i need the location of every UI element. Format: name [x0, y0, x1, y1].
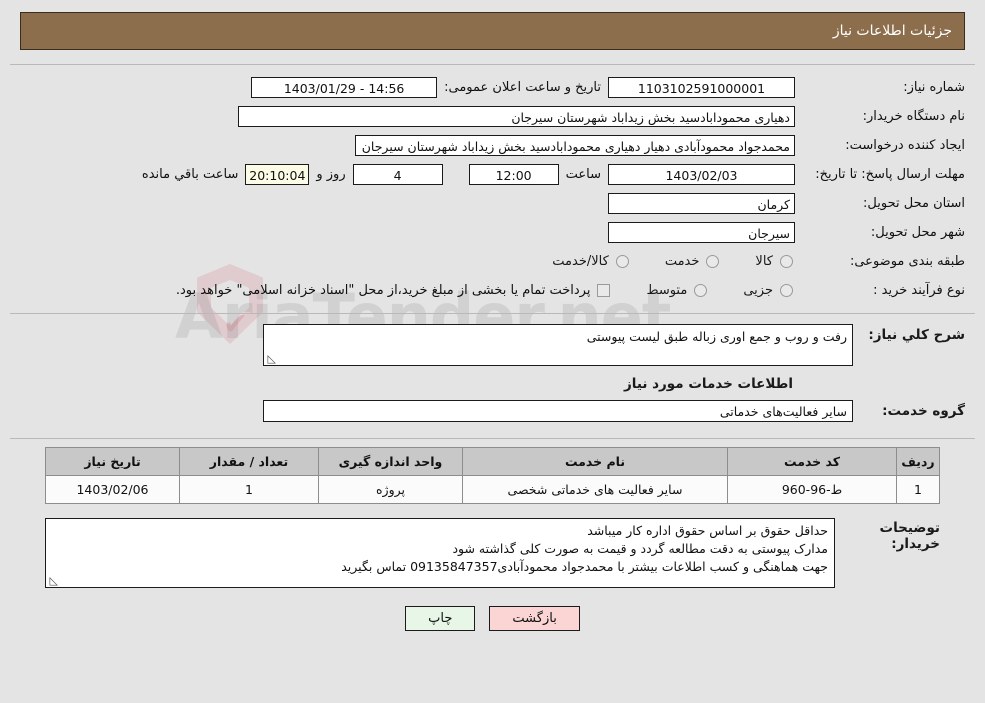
row-deadline: مهلت ارسال پاسخ: تا تاریخ: 1403/02/03 سا… — [10, 162, 975, 186]
description-textarea[interactable]: رفت و روب و جمع اوری زباله طبق لیست پیوس… — [263, 324, 853, 366]
buyer-org-value: دهیاری محمودابادسید بخش زیداباد شهرستان … — [238, 105, 795, 127]
row-province: استان محل تحویل: کرمان — [10, 191, 975, 215]
category-option-goods[interactable]: کالا — [755, 254, 795, 269]
th-row-no: ردیف — [896, 447, 940, 476]
cell-quantity: 1 — [179, 475, 319, 504]
th-service-name: نام خدمت — [462, 447, 728, 476]
th-quantity: تعداد / مقدار — [179, 447, 319, 476]
category-option-goods-service-label: کالا/خدمت — [552, 253, 609, 269]
notes-resize-grip-icon[interactable]: ◺ — [48, 575, 58, 586]
resize-grip-icon[interactable]: ◺ — [266, 353, 276, 364]
buyer-notes-label: توضیحات خریدار: — [879, 520, 940, 552]
deadline-date-value: 1403/02/03 — [608, 163, 795, 185]
remaining-days-label: روز و — [316, 166, 346, 182]
page-title: جزئیات اطلاعات نیاز — [832, 23, 952, 39]
table-row: 1 ط-96-960 سایر فعالیت های خدماتی شخصی پ… — [45, 475, 940, 504]
treasury-note-text: پرداخت تمام یا بخشی از مبلغ خرید،از محل … — [175, 282, 591, 298]
requester-field-wrap: محمدجواد محمودآبادی دهیار دهیاری محموداب… — [355, 134, 795, 156]
need-info-panel: شماره نیاز: 1103102591000001 تاریخ و ساع… — [10, 64, 975, 314]
radio-goods-service-icon[interactable] — [615, 254, 629, 268]
process-option-medium-label: متوسط — [646, 282, 688, 298]
th-service-code: کد خدمت — [727, 447, 897, 476]
category-option-goods-service[interactable]: کالا/خدمت — [552, 254, 631, 269]
need-number-label: شماره نیاز: — [903, 79, 965, 95]
treasury-note-item: پرداخت تمام یا بخشی از مبلغ خرید،از محل … — [176, 283, 613, 298]
cell-service-code: ط-96-960 — [727, 475, 897, 504]
description-panel: شرح کلي نیاز: رفت و روب و جمع اوری زباله… — [10, 314, 975, 439]
description-value: رفت و روب و جمع اوری زباله طبق لیست پیوس… — [586, 329, 847, 344]
row-purchase-process: نوع فرآیند خرید : جزیی متوسط پرداخت تمام… — [10, 278, 975, 302]
announce-label: تاریخ و ساعت اعلان عمومی: — [444, 79, 601, 95]
city-value: سیرجان — [608, 221, 795, 243]
need-number-value: 1103102591000001 — [608, 76, 795, 98]
page-root: جزئیات اطلاعات نیاز شماره نیاز: 11031025… — [0, 12, 985, 631]
row-description: شرح کلي نیاز: رفت و روب و جمع اوری زباله… — [10, 318, 975, 366]
row-service-group: گروه خدمت: سایر فعالیت‌های خدماتی — [10, 396, 975, 432]
row-category: طبقه بندی موضوعی: کالا خدمت کالا/خدمت — [10, 249, 975, 273]
description-label: شرح کلي نیاز: — [868, 327, 965, 343]
process-label: نوع فرآیند خرید : — [873, 282, 965, 298]
services-table-wrap: ردیف کد خدمت نام خدمت واحد اندازه گیری ت… — [45, 447, 940, 504]
countdown-timer: 20:10:04 — [245, 163, 310, 185]
print-button[interactable]: چاپ — [405, 606, 476, 631]
row-buyer-notes: توضیحات خریدار: حداقل حقوق بر اساس حقوق … — [45, 518, 940, 588]
buyer-note-line-1: حداقل حقوق بر اساس حقوق اداره کار میباشد — [587, 523, 828, 538]
treasury-checkbox-icon[interactable] — [597, 283, 611, 297]
requester-label: ایجاد کننده درخواست: — [845, 137, 965, 153]
announce-value: 14:56 - 1403/01/29 — [251, 76, 438, 98]
buyer-note-line-2: مدارک پیوستی به دقت مطالعه گردد و قیمت ب… — [452, 541, 828, 556]
services-section-heading: اطلاعات خدمات مورد نیاز — [623, 376, 793, 392]
back-button[interactable]: بازگشت — [489, 606, 580, 631]
buyer-org-label: نام دستگاه خریدار: — [862, 108, 965, 124]
requester-value: محمدجواد محمودآبادی دهیار دهیاری محموداب… — [355, 134, 795, 156]
row-city: شهر محل تحویل: سیرجان — [10, 220, 975, 244]
radio-service-icon[interactable] — [706, 254, 720, 268]
category-option-service[interactable]: خدمت — [665, 254, 722, 269]
category-label: طبقه بندی موضوعی: — [849, 253, 965, 269]
city-label: شهر محل تحویل: — [870, 224, 965, 240]
radio-medium-icon[interactable] — [694, 283, 708, 297]
service-group-value: سایر فعالیت‌های خدماتی — [263, 400, 853, 422]
services-table: ردیف کد خدمت نام خدمت واحد اندازه گیری ت… — [45, 447, 940, 504]
remaining-days-value: 4 — [352, 163, 443, 185]
buyer-notes-textarea[interactable]: حداقل حقوق بر اساس حقوق اداره کار میباشد… — [45, 518, 835, 588]
deadline-time-value: 12:00 — [468, 163, 559, 185]
radio-goods-icon[interactable] — [780, 254, 793, 268]
category-option-service-label: خدمت — [664, 253, 700, 269]
th-need-date: تاریخ نیاز — [45, 447, 180, 476]
row-need-number: شماره نیاز: 1103102591000001 تاریخ و ساع… — [10, 75, 975, 99]
deadline-label: مهلت ارسال پاسخ: تا تاریخ: — [815, 166, 965, 182]
page-title-bar: جزئیات اطلاعات نیاز — [20, 12, 965, 50]
process-option-minor[interactable]: جزیی — [743, 283, 795, 298]
province-value: کرمان — [608, 192, 795, 214]
process-option-medium[interactable]: متوسط — [646, 283, 709, 298]
table-header-row: ردیف کد خدمت نام خدمت واحد اندازه گیری ت… — [45, 447, 940, 476]
th-unit: واحد اندازه گیری — [318, 447, 463, 476]
cell-row-no: 1 — [896, 475, 940, 504]
button-bar: بازگشت چاپ — [0, 606, 985, 631]
radio-minor-icon[interactable] — [780, 283, 793, 297]
process-option-minor-label: جزیی — [743, 282, 773, 298]
service-group-label: گروه خدمت: — [882, 403, 965, 419]
buyer-note-line-3: جهت هماهنگی و کسب اطلاعات بیشتر با محمدج… — [341, 559, 828, 574]
province-label: استان محل تحویل: — [863, 195, 965, 211]
deadline-hour-label: ساعت — [565, 166, 601, 182]
cell-service-name: سایر فعالیت های خدماتی شخصی — [462, 475, 728, 504]
row-buyer-org: نام دستگاه خریدار: دهیاری محمودابادسید ب… — [10, 104, 975, 128]
row-requester: ایجاد کننده درخواست: محمدجواد محمودآبادی… — [10, 133, 975, 157]
countdown-label: ساعت باقي مانده — [141, 166, 239, 182]
cell-need-date: 1403/02/06 — [45, 475, 180, 504]
category-option-goods-label: کالا — [755, 253, 773, 269]
cell-unit: پروژه — [318, 475, 463, 504]
